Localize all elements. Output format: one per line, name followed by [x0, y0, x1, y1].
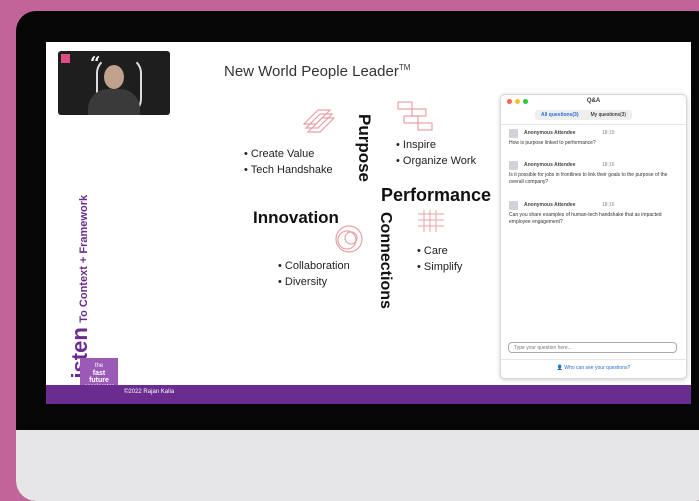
qa-window[interactable]: Q&A All questions(3) My questions(3) Ano…: [500, 94, 687, 379]
question-text: Is it possible for jobs in frontlines to…: [509, 172, 668, 185]
question-time: 18:16: [602, 162, 615, 168]
question-time: 18:16: [602, 202, 615, 208]
avatar-icon: [509, 129, 518, 138]
word-performance: Performance: [381, 185, 492, 205]
bullets-inspire: Inspire Organize Work: [396, 137, 476, 169]
bricks-icon: [397, 101, 433, 131]
grid-icon: [418, 210, 444, 232]
quote-icon: “: [90, 53, 101, 74]
qa-titlebar: Q&A: [501, 95, 686, 108]
presentation-slide: “ New World People LeaderTM Listen To Co…: [46, 42, 691, 404]
speaker-body: [88, 89, 140, 115]
bullets-care: Care Simplify: [417, 243, 463, 275]
word-connections: Connections: [377, 212, 394, 309]
word-innovation: Innovation: [253, 208, 339, 227]
tab-my-questions[interactable]: My questions(3): [585, 110, 633, 120]
question-text: How is purpose linked to performance?: [509, 140, 596, 146]
device-bottom-bar: [16, 430, 699, 501]
attendee-name: Anonymous Attendee: [524, 162, 576, 168]
bullet-item: Collaboration: [278, 258, 350, 274]
question-input[interactable]: Type your question here...: [508, 342, 677, 353]
word-purpose: Purpose: [355, 114, 374, 183]
question-time: 18:15: [602, 130, 615, 136]
device-frame: “ New World People LeaderTM Listen To Co…: [16, 11, 699, 501]
qa-title: Q&A: [586, 98, 601, 104]
avatar-icon: [509, 201, 518, 210]
bullet-item: Create Value: [244, 146, 333, 162]
bullet-item: Simplify: [417, 259, 463, 275]
bullets-collaboration: Collaboration Diversity: [278, 258, 350, 290]
speaker-head: [104, 65, 124, 89]
copyright-text: ©2022 Rajan Kalia: [124, 389, 175, 395]
bullet-item: Inspire: [396, 137, 476, 153]
bullet-item: Diversity: [278, 274, 350, 290]
avatar-icon: [509, 161, 518, 170]
slide-title: New World People LeaderTM: [224, 63, 411, 80]
bullets-create-value: Create Value Tech Handshake: [244, 146, 333, 178]
qa-tabs: All questions(3) My questions(3): [535, 110, 633, 120]
slide-footer-bar: ©2022 Rajan Kalia: [46, 385, 691, 404]
bullet-item: Organize Work: [396, 153, 476, 169]
video-badge-icon: [61, 54, 70, 63]
who-can-see-link[interactable]: 👤 Who can see your questions?: [501, 365, 686, 371]
attendee-name: Anonymous Attendee: [524, 130, 576, 136]
question-text: Can you share examples of human-tech han…: [509, 212, 662, 225]
bullet-item: Tech Handshake: [244, 162, 333, 178]
qa-divider: [501, 124, 686, 125]
attendee-name: Anonymous Attendee: [524, 202, 576, 208]
qa-footer-divider: [501, 359, 686, 360]
bullet-item: Care: [417, 243, 462, 259]
side-context: To Context + Framework: [78, 194, 90, 323]
trademark-mark: TM: [398, 63, 411, 72]
tab-all-questions[interactable]: All questions(3): [535, 110, 585, 120]
speaker-video[interactable]: “: [58, 51, 170, 115]
layers-icon: [302, 109, 336, 133]
